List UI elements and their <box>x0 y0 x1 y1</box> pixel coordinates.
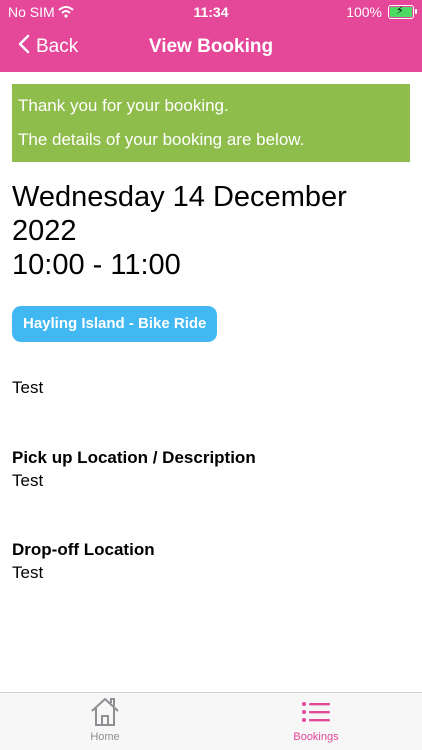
activity-tag[interactable]: Hayling Island - Bike Ride <box>12 306 218 342</box>
pickup-value: Test <box>12 471 44 490</box>
tab-home[interactable]: Home <box>45 697 165 743</box>
confirmation-banner: Thank you for your booking. The details … <box>12 84 410 162</box>
battery-percent: 100% <box>346 4 382 20</box>
pickup-heading: Pick up Location / Description <box>12 448 256 467</box>
list-icon <box>256 697 376 727</box>
home-icon <box>45 697 165 727</box>
page-title: View Booking <box>148 36 274 57</box>
tab-bookings-label: Bookings <box>293 731 339 743</box>
booking-datetime: Wednesday 14 December 2022 10:00 - 11:00 <box>12 180 412 282</box>
date-line-2: 2022 <box>12 215 77 247</box>
booking-notes: Test <box>12 378 44 397</box>
battery-icon: ⚡ <box>388 5 417 19</box>
banner-line-2: The details of your booking are below. <box>18 130 305 149</box>
time-range: 10:00 - 11:00 <box>12 249 181 281</box>
navigation-bar: Back View Booking <box>0 34 422 64</box>
date-line-1: Wednesday 14 December <box>12 181 347 213</box>
dropoff-value: Test <box>12 563 44 582</box>
tab-bar: Home Bookings <box>0 692 422 750</box>
header: No SIM 11:34 100% ⚡ Back View Booking <box>0 0 422 72</box>
dropoff-heading: Drop-off Location <box>12 540 155 559</box>
banner-line-1: Thank you for your booking. <box>18 96 229 115</box>
status-bar: No SIM 11:34 100% ⚡ <box>0 0 422 24</box>
tab-home-label: Home <box>90 731 120 743</box>
tab-bookings[interactable]: Bookings <box>256 697 376 743</box>
